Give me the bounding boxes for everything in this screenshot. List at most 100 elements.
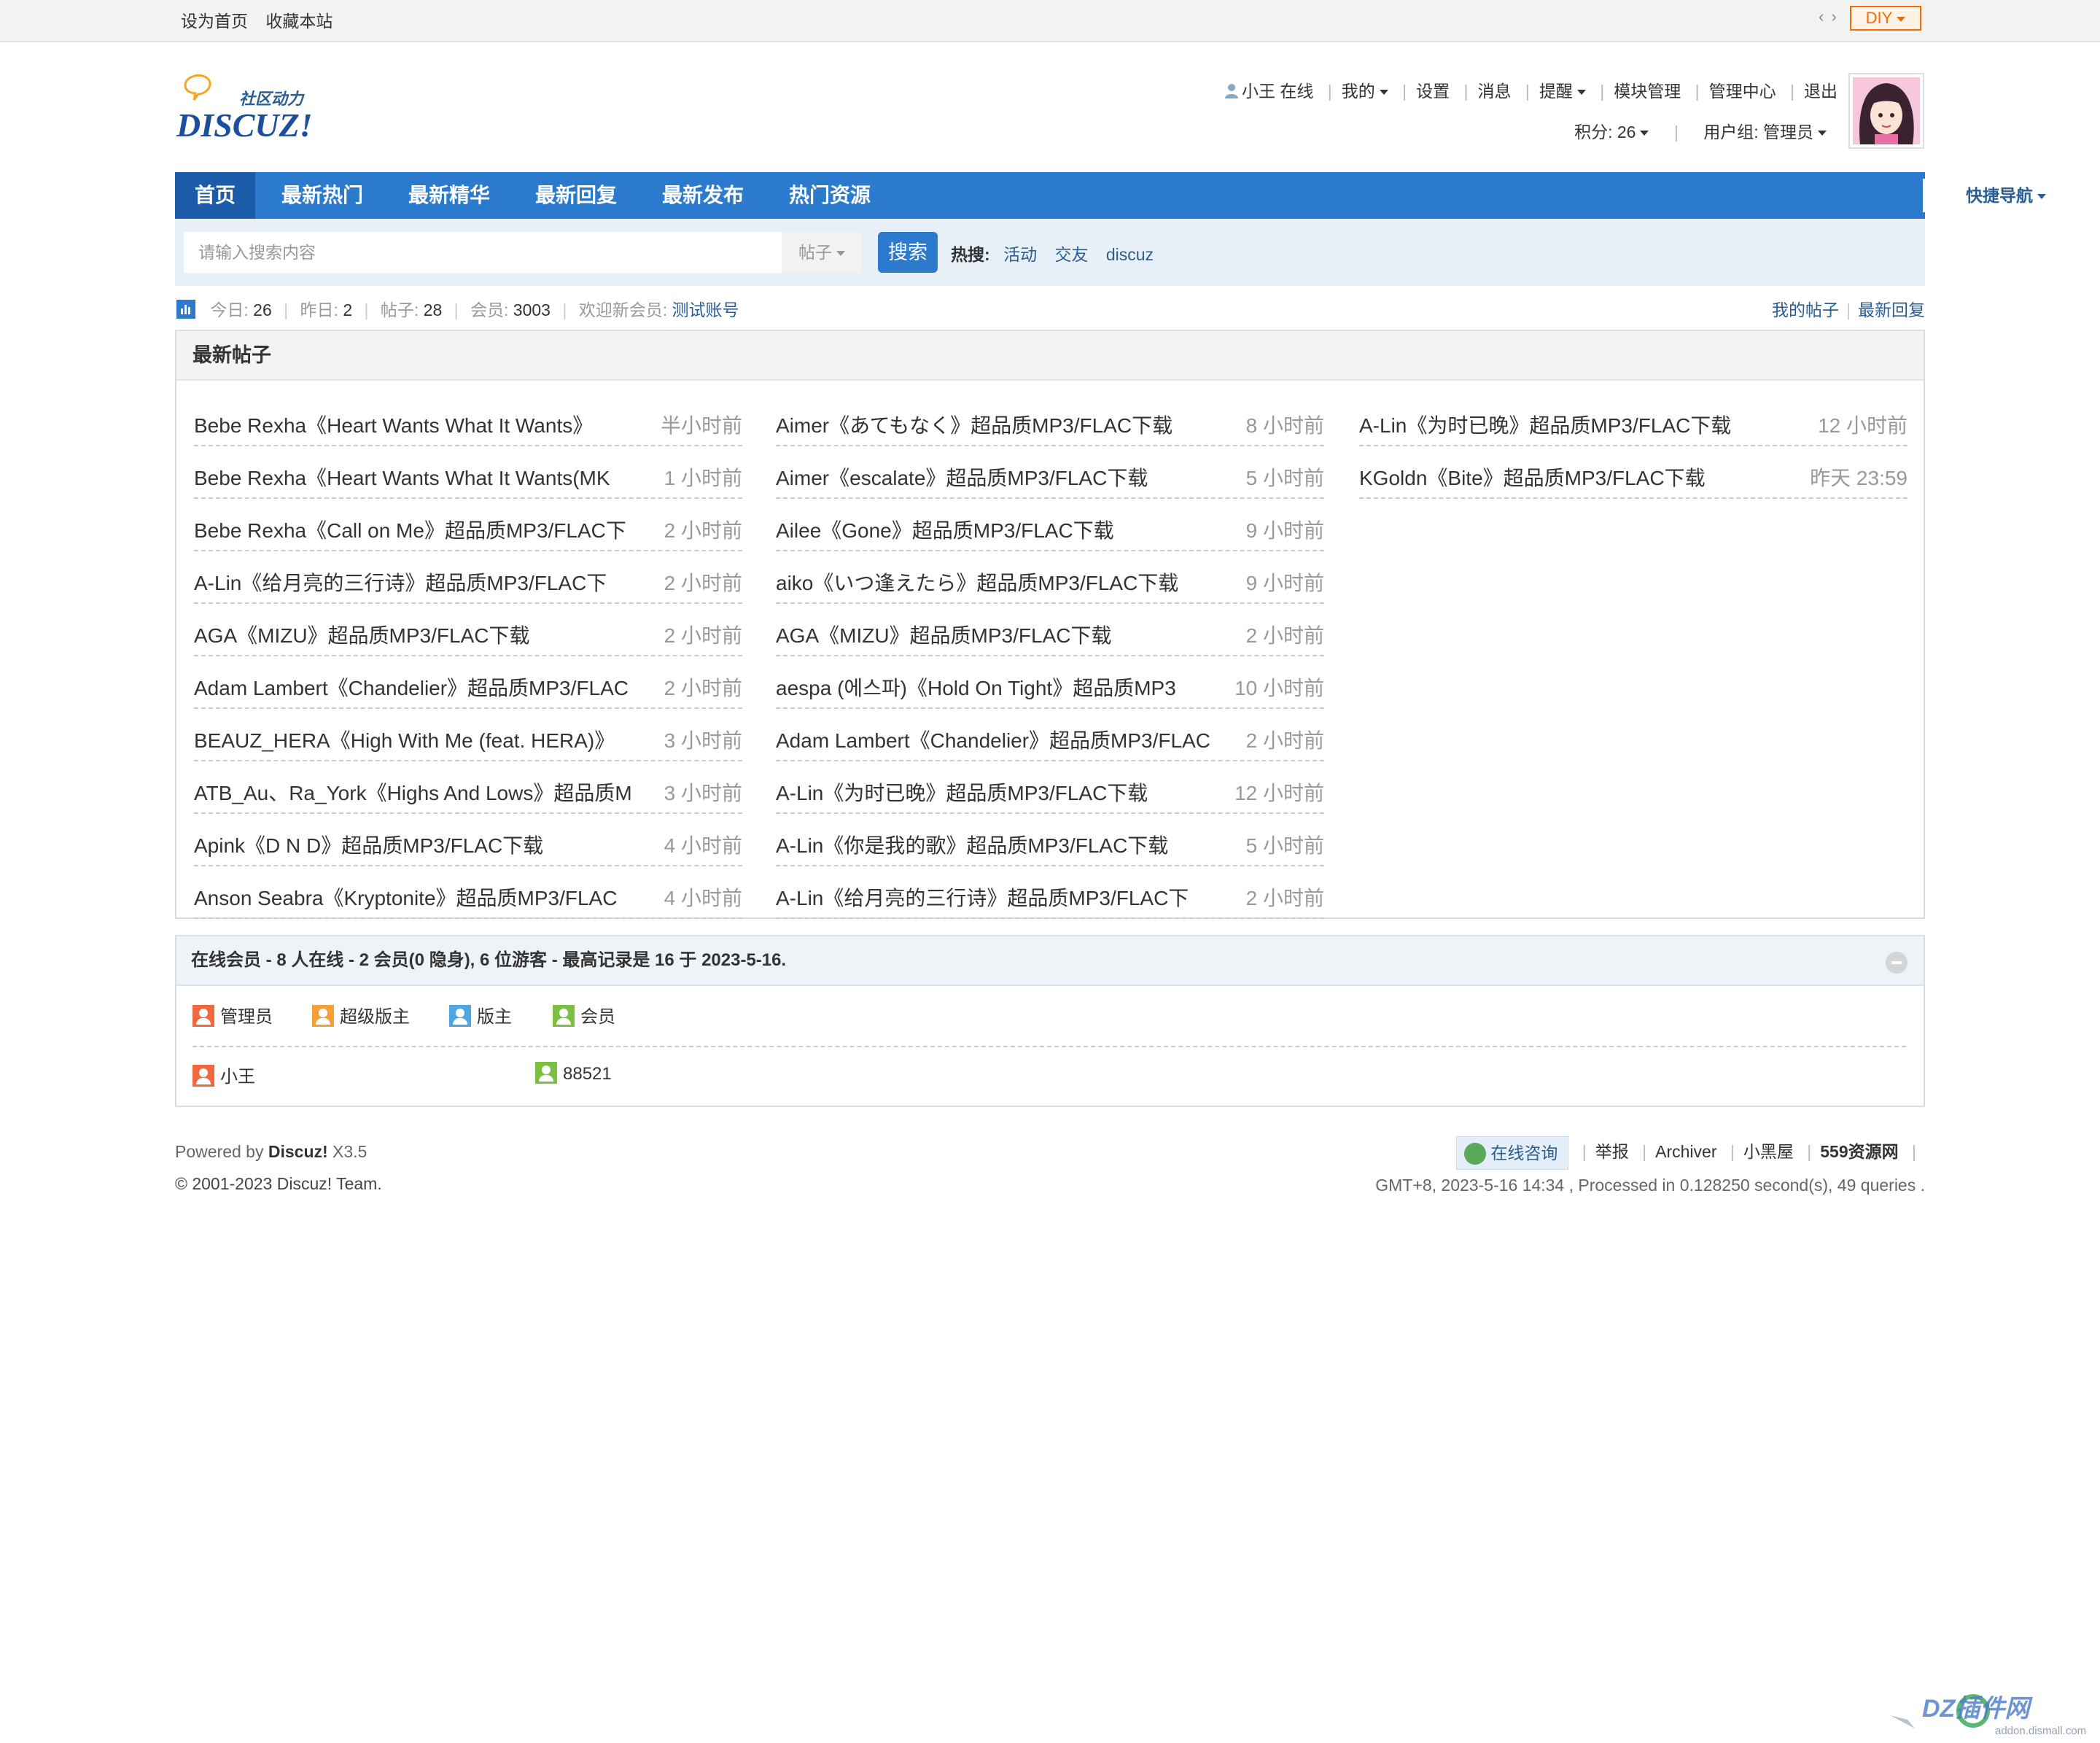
avatar[interactable] bbox=[1848, 73, 1924, 149]
collapse-icon[interactable] bbox=[1886, 952, 1908, 974]
list-item[interactable]: Adam Lambert《Chandelier》超品质MP3/FLAC 2 小时前 bbox=[776, 709, 1324, 761]
stats-icon bbox=[176, 300, 195, 319]
chevron-down-icon bbox=[1379, 90, 1388, 96]
list-item[interactable]: Ailee《Gone》超品质MP3/FLAC下载 9 小时前 bbox=[776, 499, 1324, 551]
admin-center-link[interactable]: 管理中心 bbox=[1709, 82, 1776, 101]
set-homepage-link[interactable]: 设为首页 bbox=[181, 12, 248, 31]
online-user[interactable]: 小王 bbox=[192, 1062, 255, 1087]
list-item[interactable]: Apink《D N D》超品质MP3/FLAC下载 4 小时前 bbox=[194, 814, 742, 866]
report-link[interactable]: 举报 bbox=[1595, 1142, 1629, 1161]
list-item[interactable]: A-Lin《你是我的歌》超品质MP3/FLAC下载 5 小时前 bbox=[776, 814, 1324, 866]
nav-hot-resources[interactable]: 热门资源 bbox=[789, 172, 871, 219]
settings-link[interactable]: 设置 bbox=[1416, 82, 1450, 101]
user-menu: 小王 在线 | 我的 | 设置 | 消息 | 提醒 | 模块管理 | 管理中心 | 退出 bbox=[1224, 77, 1838, 102]
list-item[interactable]: ATB_Au、Ra_York《Highs And Lows》超品质M 3 小时前 bbox=[194, 761, 742, 814]
watermark: DZ插件网 addon.dismall.com bbox=[1890, 1694, 2086, 1737]
my-posts-link[interactable]: 我的帖子 bbox=[1772, 300, 1839, 319]
messages-link[interactable]: 消息 bbox=[1478, 82, 1512, 101]
chevron-down-icon bbox=[1818, 131, 1827, 136]
watermark-text: DZ插件网 bbox=[1922, 1695, 2033, 1723]
discuz-logo[interactable]: 社区动力 DISCUZ! bbox=[175, 69, 321, 142]
search-input[interactable]: 请输入搜索内容 bbox=[184, 232, 782, 273]
forum-stats: 今日: 26 | 昨日: 2 | 帖子: 28 | 会员: 3003 | 欢迎新… bbox=[176, 296, 739, 321]
bookmark-link[interactable]: 收藏本站 bbox=[265, 12, 332, 31]
list-item[interactable]: Anson Seabra《Kryptonite》超品质MP3/FLAC 4 小时前 bbox=[194, 866, 742, 919]
posts-column-1: Bebe Rexha《Heart Wants What It Wants》 半小时… bbox=[194, 394, 742, 919]
online-user[interactable]: 88521 bbox=[535, 1062, 612, 1084]
hot-keyword[interactable]: 交友 bbox=[1054, 245, 1088, 264]
list-item[interactable]: Bebe Rexha《Heart Wants What It Wants(MK 1… bbox=[194, 446, 742, 499]
member-user-icon bbox=[553, 1005, 575, 1027]
logo-brand: DISCUZ! bbox=[176, 106, 313, 142]
footer-links: 在线咨询 | 举报 | Archiver | 小黑屋 | 559资源网 | bbox=[1456, 1136, 1925, 1170]
list-item[interactable]: KGoldn《Bite》超品质MP3/FLAC下载 昨天 23:59 bbox=[1359, 446, 1908, 499]
search-button[interactable]: 搜索 bbox=[878, 232, 938, 273]
logout-link[interactable]: 退出 bbox=[1804, 82, 1838, 101]
list-item[interactable]: Adam Lambert《Chandelier》超品质MP3/FLAC 2 小时前 bbox=[194, 656, 742, 709]
online-members-header: 在线会员 - 8 人在线 - 2 会员(0 隐身), 6 位游客 - 最高记录是… bbox=[176, 936, 1924, 986]
chevron-down-icon bbox=[1897, 16, 1906, 22]
usergroup-menu[interactable]: 用户组: 管理员 bbox=[1703, 123, 1827, 141]
diy-button[interactable]: DIY bbox=[1850, 6, 1921, 31]
new-member-link[interactable]: 测试账号 bbox=[672, 300, 739, 319]
member-user-icon bbox=[535, 1062, 557, 1084]
top-links: 设为首页 收藏本站 bbox=[181, 7, 346, 32]
latest-replies-link[interactable]: 最新回复 bbox=[1858, 300, 1925, 319]
hot-keyword[interactable]: discuz bbox=[1106, 245, 1154, 264]
avatar-image bbox=[1853, 77, 1920, 144]
user-info: 积分: 26 | 用户组: 管理员 bbox=[1574, 118, 1827, 143]
list-item[interactable]: Aimer《あてもなく》超品质MP3/FLAC下载 8 小时前 bbox=[776, 394, 1324, 446]
site-link[interactable]: 559资源网 bbox=[1820, 1142, 1898, 1161]
list-item[interactable]: Bebe Rexha《Call on Me》超品质MP3/FLAC下 2 小时前 bbox=[194, 499, 742, 551]
legend-member: 会员 bbox=[553, 1002, 615, 1028]
notifications-menu[interactable]: 提醒 bbox=[1539, 82, 1586, 101]
search-type-select[interactable]: 帖子 bbox=[782, 232, 862, 273]
list-item[interactable]: aiko《いつ逢えたら》超品质MP3/FLAC下载 9 小时前 bbox=[776, 551, 1324, 604]
latest-posts-title: 最新帖子 bbox=[176, 331, 1924, 381]
nav-latest-replies[interactable]: 最新回复 bbox=[535, 172, 617, 219]
top-toolbar: 设为首页 收藏本站 ‹ › DIY bbox=[0, 0, 2100, 42]
posts-column-2: Aimer《あてもなく》超品质MP3/FLAC下载 8 小时前 Aimer《esc… bbox=[776, 394, 1324, 919]
moderator-user-icon bbox=[449, 1005, 471, 1027]
list-item[interactable]: A-Lin《为时已晚》超品质MP3/FLAC下载 12 小时前 bbox=[776, 761, 1324, 814]
list-item[interactable]: AGA《MIZU》超品质MP3/FLAC下载 2 小时前 bbox=[776, 604, 1324, 656]
switch-width-icon[interactable]: ‹ › bbox=[1819, 7, 1838, 26]
online-consult-button[interactable]: 在线咨询 bbox=[1456, 1136, 1569, 1170]
chevron-down-icon bbox=[1640, 131, 1649, 136]
legend-super-moderator: 超级版主 bbox=[312, 1002, 410, 1028]
latest-posts-box: 最新帖子 Bebe Rexha《Heart Wants What It Want… bbox=[175, 330, 1925, 919]
chevron-down-icon bbox=[836, 251, 845, 257]
stat-links: 我的帖子 | 最新回复 bbox=[1772, 300, 1925, 319]
admin-user-icon bbox=[192, 1065, 214, 1087]
list-item[interactable]: BEAUZ_HERA《High With Me (feat. HERA)》 3 小… bbox=[194, 709, 742, 761]
list-item[interactable]: A-Lin《给月亮的三行诗》超品质MP3/FLAC下 2 小时前 bbox=[194, 551, 742, 604]
processing-info: GMT+8, 2023-5-16 14:34 , Processed in 0.… bbox=[1375, 1176, 1925, 1195]
nav-home[interactable]: 首页 bbox=[175, 172, 255, 219]
legend-moderator: 版主 bbox=[449, 1002, 512, 1028]
nav-latest-digest[interactable]: 最新精华 bbox=[408, 172, 490, 219]
blacklist-link[interactable]: 小黑屋 bbox=[1743, 1142, 1794, 1161]
nav-latest-hot[interactable]: 最新热门 bbox=[281, 172, 363, 219]
list-item[interactable]: Bebe Rexha《Heart Wants What It Wants》 半小时… bbox=[194, 394, 742, 446]
list-item[interactable]: A-Lin《为时已晚》超品质MP3/FLAC下载 12 小时前 bbox=[1359, 394, 1908, 446]
list-item[interactable]: A-Lin《给月亮的三行诗》超品质MP3/FLAC下 2 小时前 bbox=[776, 866, 1324, 919]
archiver-link[interactable]: Archiver bbox=[1655, 1142, 1716, 1161]
my-menu[interactable]: 我的 bbox=[1342, 82, 1388, 101]
module-admin-link[interactable]: 模块管理 bbox=[1614, 82, 1681, 101]
admin-user-icon bbox=[192, 1005, 214, 1027]
list-item[interactable]: Aimer《escalate》超品质MP3/FLAC下载 5 小时前 bbox=[776, 446, 1324, 499]
main-nav: 首页 最新热门 最新精华 最新回复 最新发布 热门资源 快捷导航 bbox=[175, 172, 2089, 219]
yesterday-count: 2 bbox=[343, 300, 353, 319]
quick-nav-button[interactable]: 快捷导航 bbox=[1923, 179, 2089, 212]
hot-keyword[interactable]: 活动 bbox=[1003, 245, 1037, 264]
hot-label: 热搜: bbox=[951, 245, 990, 264]
list-item[interactable]: aespa (에스파)《Hold On Tight》超品质MP3 10 小时前 bbox=[776, 656, 1324, 709]
search-bar: 请输入搜索内容 帖子 搜索 热搜: 活动 交友 discuz bbox=[175, 219, 1925, 286]
discuz-link[interactable]: Discuz! bbox=[268, 1142, 328, 1161]
credits-menu[interactable]: 积分: 26 bbox=[1574, 123, 1649, 141]
nav-latest-posts[interactable]: 最新发布 bbox=[662, 172, 744, 219]
user-status[interactable]: 小王 在线 bbox=[1242, 82, 1313, 101]
chevron-down-icon bbox=[2037, 194, 2046, 200]
list-item[interactable]: AGA《MIZU》超品质MP3/FLAC下载 2 小时前 bbox=[194, 604, 742, 656]
user-icon bbox=[1224, 84, 1238, 98]
